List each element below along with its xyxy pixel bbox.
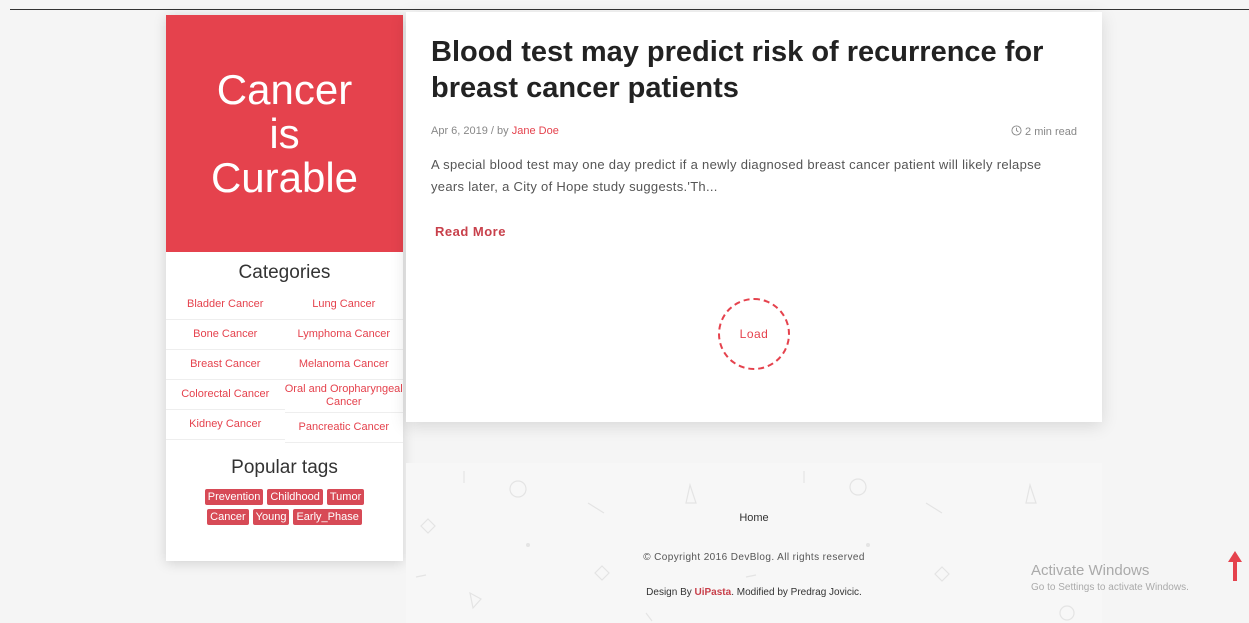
load-more-button[interactable]: Load <box>718 298 790 370</box>
sidebar: Cancer is Curable Categories Bladder Can… <box>166 15 403 561</box>
clock-icon <box>1011 125 1022 136</box>
footer-credits: Design By UiPasta. Modified by Predrag J… <box>406 587 1102 598</box>
article-meta: Apr 6, 2019 / by Jane Doe <box>431 125 559 137</box>
category-link[interactable]: Pancreatic Cancer <box>284 413 403 443</box>
credits-suffix: . Modified by Predrag Jovicic. <box>731 587 862 598</box>
category-link[interactable]: Lung Cancer <box>284 290 403 320</box>
popular-tags-title: Popular tags <box>231 457 338 478</box>
read-more-link[interactable]: Read More <box>435 224 506 239</box>
categories-column-left: Bladder Cancer Bone Cancer Breast Cancer… <box>166 290 285 443</box>
logo-line: Cancer <box>216 65 353 113</box>
scroll-to-top-icon[interactable] <box>1226 550 1244 582</box>
footer-copyright: © Copyright 2016 DevBlog. All rights res… <box>643 552 865 563</box>
tag-link[interactable]: Young <box>252 509 290 525</box>
tag-link[interactable]: Prevention <box>204 489 264 505</box>
footer-pattern <box>415 471 1075 622</box>
credits-prefix: Design By <box>646 587 695 598</box>
category-link[interactable]: Bladder Cancer <box>166 290 285 320</box>
article-by-separator: / by <box>487 125 512 137</box>
site-logo[interactable]: Cancer is Curable <box>166 15 403 252</box>
article-author-link[interactable]: Jane Doe <box>512 125 559 137</box>
tag-link[interactable]: Tumor <box>326 489 365 505</box>
read-time-text: 2 min read <box>1025 126 1077 138</box>
category-link[interactable]: Breast Cancer <box>166 350 285 380</box>
categories-title: Categories <box>238 262 331 283</box>
article-excerpt: A special blood test may one day predict… <box>431 157 1042 194</box>
read-time: 2 min read <box>1011 125 1077 138</box>
tag-link[interactable]: Cancer <box>207 509 249 525</box>
category-link[interactable]: Colorectal Cancer <box>166 380 285 410</box>
logo-line: is <box>269 109 300 157</box>
activate-windows-watermark: Activate Windows Go to Settings to activ… <box>1031 562 1189 593</box>
activate-windows-title: Activate Windows <box>1031 562 1150 579</box>
uipasta-link[interactable]: UiPasta <box>695 587 732 598</box>
categories-list: Bladder Cancer Bone Cancer Breast Cancer… <box>166 290 403 443</box>
footer-home-link[interactable]: Home <box>406 512 1102 524</box>
category-link[interactable]: Kidney Cancer <box>166 410 285 440</box>
tag-link[interactable]: Childhood <box>267 489 323 505</box>
category-link[interactable]: Bone Cancer <box>166 320 285 350</box>
footer: Home © Copyright 2016 DevBlog. All right… <box>406 463 1102 623</box>
activate-windows-subtitle: Go to Settings to activate Windows. <box>1031 582 1189 593</box>
article-card: Blood test may predict risk of recurrenc… <box>406 12 1102 422</box>
category-link[interactable]: Lymphoma Cancer <box>284 320 403 350</box>
logo-line: Curable <box>210 153 359 201</box>
categories-column-right: Lung Cancer Lymphoma Cancer Melanoma Can… <box>284 290 403 443</box>
article-title[interactable]: Blood test may predict risk of recurrenc… <box>431 34 1051 106</box>
popular-tags-list: Prevention Childhood Tumor Cancer Young … <box>166 479 403 525</box>
load-label: Load <box>739 327 769 341</box>
top-border-line <box>10 9 1249 10</box>
category-link[interactable]: Melanoma Cancer <box>284 350 403 380</box>
article-date: Apr 6, 2019 <box>431 125 488 137</box>
category-link[interactable]: Oral and Oropharyngeal Cancer <box>284 380 403 413</box>
tag-link[interactable]: Early_Phase <box>293 509 362 525</box>
